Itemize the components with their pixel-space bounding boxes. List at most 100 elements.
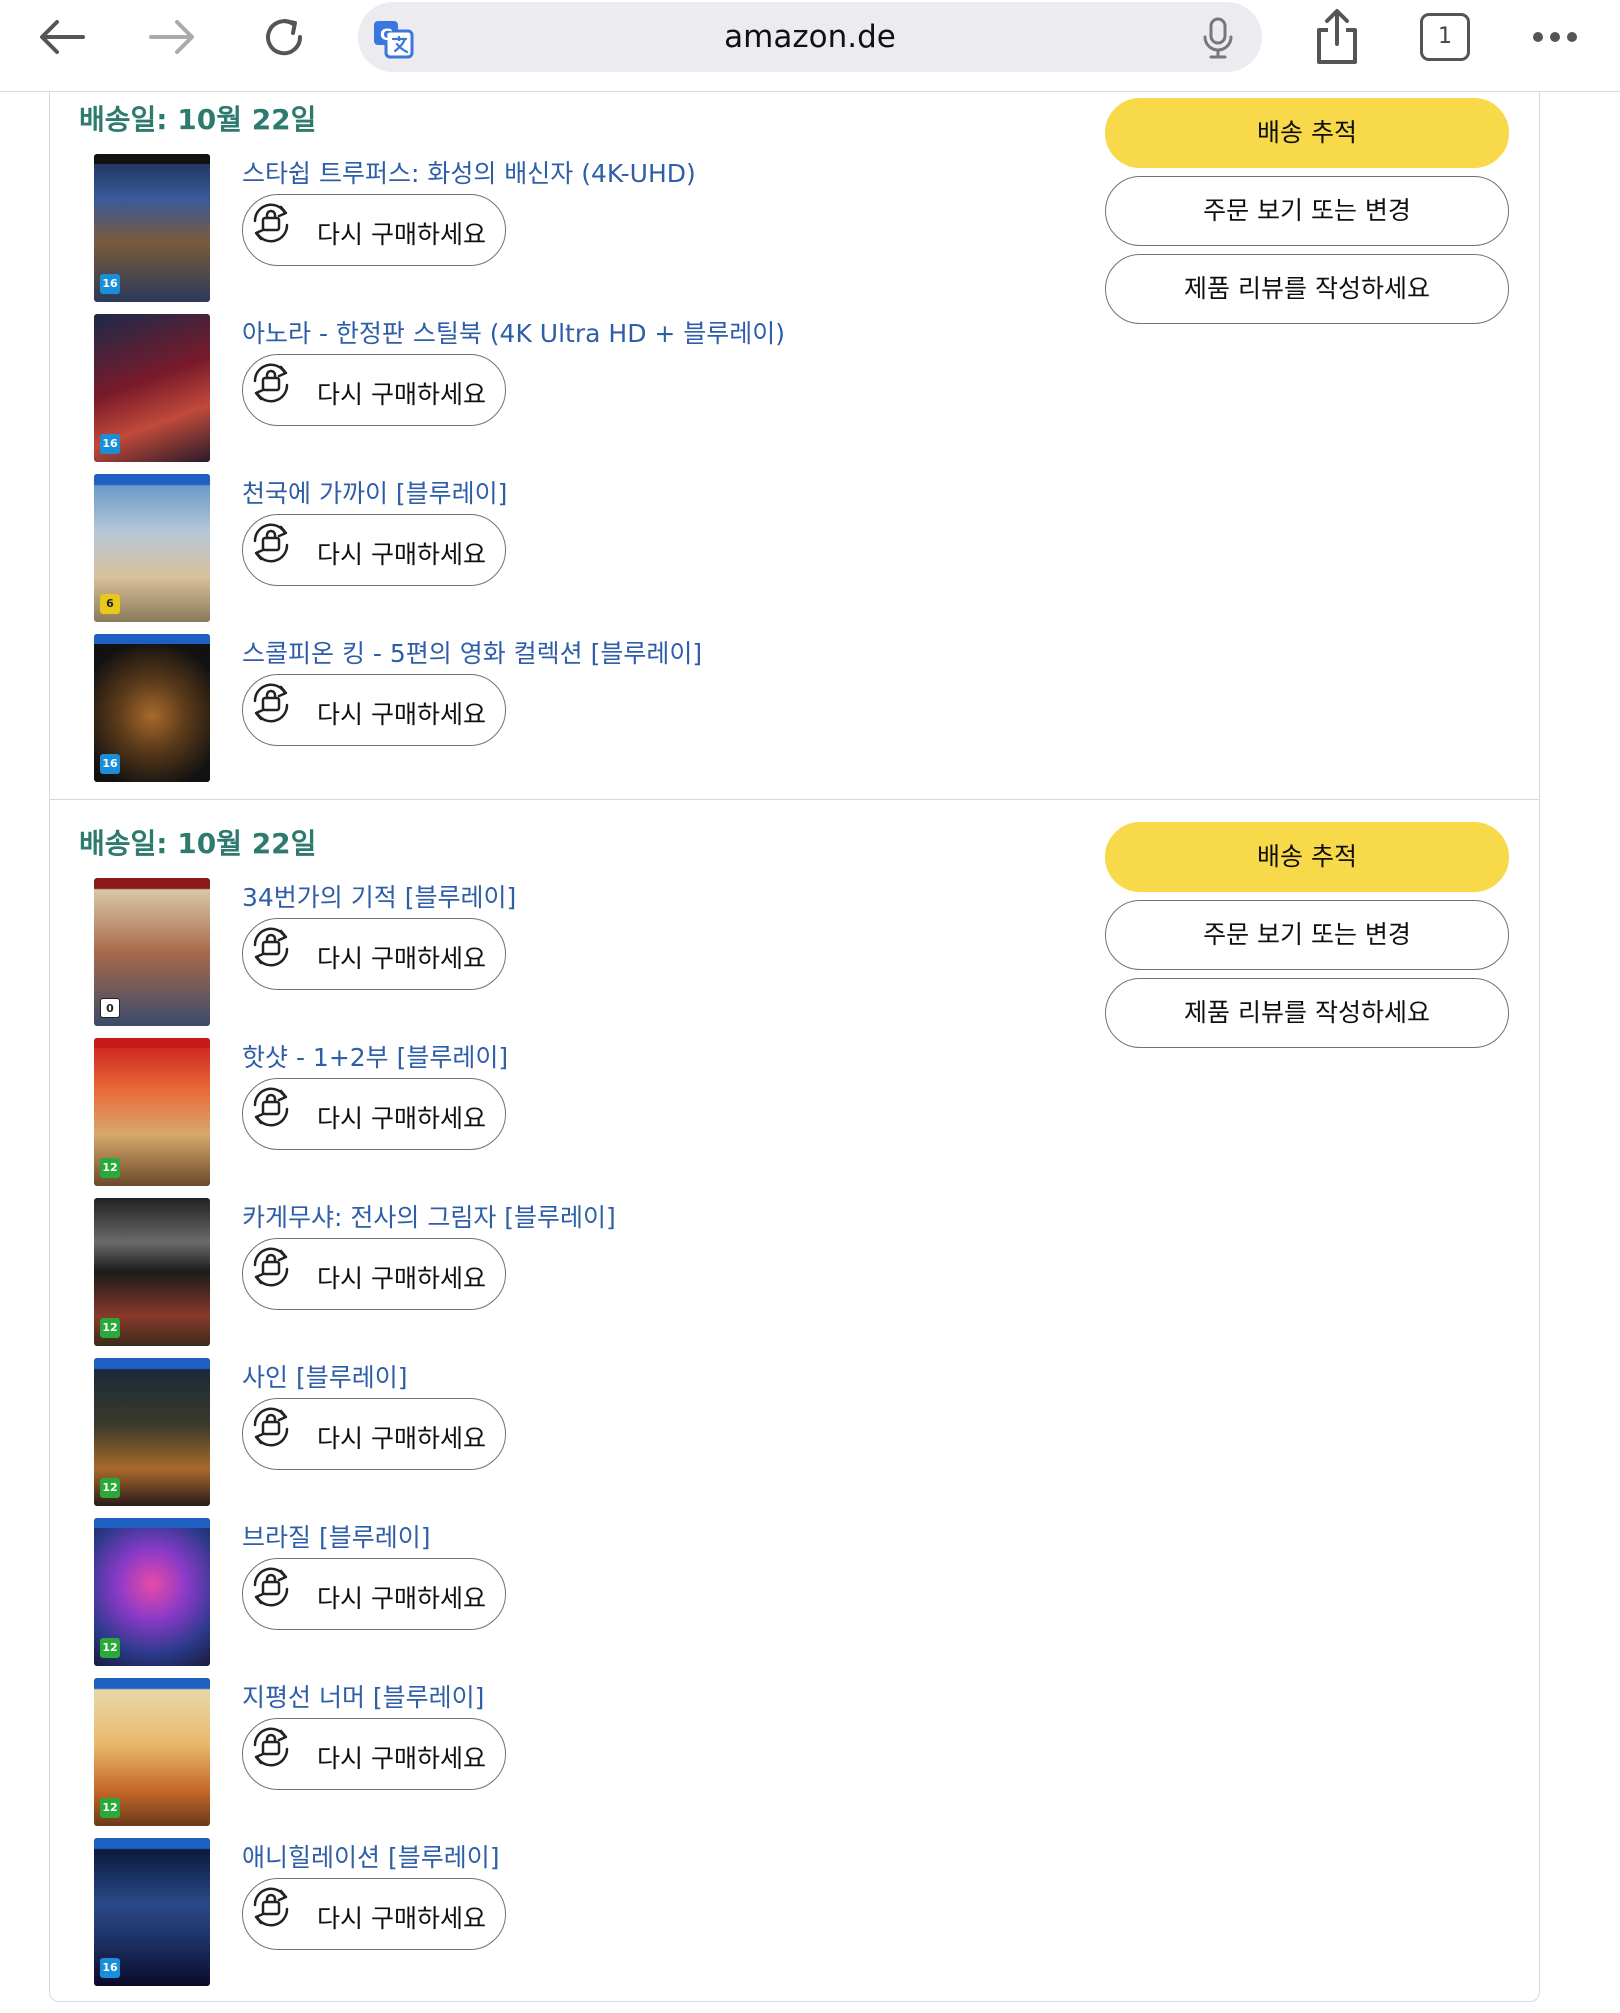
buy-again-button[interactable]: 다시 구매하세요: [242, 1398, 506, 1470]
product-title-link[interactable]: 34번가의 기적 [블루레이]: [242, 878, 516, 914]
product-title-link[interactable]: 사인 [블루레이]: [242, 1358, 407, 1394]
order-actions: 배송 추적 주문 보기 또는 변경 제품 리뷰를 작성하세요: [1105, 98, 1509, 332]
buy-again-icon: [253, 523, 289, 563]
order-item: 12 사인 [블루레이] 다시 구매하세요: [50, 1358, 1050, 1508]
track-package-button[interactable]: 배송 추적: [1105, 98, 1509, 168]
write-review-button[interactable]: 제품 리뷰를 작성하세요: [1105, 254, 1509, 324]
age-rating-badge: 16: [100, 754, 120, 774]
age-rating-badge: 12: [100, 1318, 120, 1338]
browser-toolbar: G amazon.de 1: [0, 0, 1620, 92]
buy-again-label: 다시 구매하세요: [317, 1904, 486, 1933]
product-thumbnail[interactable]: 12: [94, 1518, 210, 1666]
product-title-link[interactable]: 핫샷 - 1+2부 [블루레이]: [242, 1038, 508, 1074]
microphone-icon[interactable]: [1200, 16, 1236, 60]
buy-again-button[interactable]: 다시 구매하세요: [242, 514, 506, 586]
buy-again-label: 다시 구매하세요: [317, 944, 486, 973]
buy-again-icon: [253, 1567, 289, 1607]
product-title-link[interactable]: 아노라 - 한정판 스틸북 (4K Ultra HD + 블루레이): [242, 314, 785, 350]
buy-again-icon: [253, 683, 289, 723]
write-review-button[interactable]: 제품 리뷰를 작성하세요: [1105, 978, 1509, 1048]
buy-again-label: 다시 구매하세요: [317, 1744, 486, 1773]
product-thumbnail[interactable]: 16: [94, 314, 210, 462]
address-bar[interactable]: G amazon.de: [358, 2, 1262, 72]
order-item: 0 34번가의 기적 [블루레이] 다시 구매하세요: [50, 878, 1050, 1028]
product-thumbnail[interactable]: 12: [94, 1198, 210, 1346]
product-thumbnail[interactable]: 12: [94, 1358, 210, 1506]
buy-again-icon: [253, 1727, 289, 1767]
product-thumbnail[interactable]: 16: [94, 634, 210, 782]
order-card: 배송일: 10월 22일 배송 추적 주문 보기 또는 변경 제품 리뷰를 작성…: [49, 92, 1540, 800]
reload-button[interactable]: [252, 8, 316, 66]
age-rating-badge: 16: [100, 274, 120, 294]
product-thumbnail[interactable]: 16: [94, 154, 210, 302]
product-thumbnail[interactable]: 12: [94, 1038, 210, 1186]
shipping-date-heading: 배송일: 10월 22일: [79, 827, 317, 860]
buy-again-button[interactable]: 다시 구매하세요: [242, 1238, 506, 1310]
age-rating-badge: 16: [100, 434, 120, 454]
buy-again-label: 다시 구매하세요: [317, 380, 486, 409]
product-title-link[interactable]: 스타쉽 트루퍼스: 화성의 배신자 (4K-UHD): [242, 154, 696, 190]
product-title-link[interactable]: 카게무샤: 전사의 그림자 [블루레이]: [242, 1198, 616, 1234]
buy-again-button[interactable]: 다시 구매하세요: [242, 1078, 506, 1150]
order-item: 16 스콜피온 킹 - 5편의 영화 컬렉션 [블루레이] 다시 구매하세요: [50, 634, 1050, 784]
product-title-link[interactable]: 천국에 가까이 [블루레이]: [242, 474, 507, 510]
product-thumbnail[interactable]: 16: [94, 1838, 210, 1986]
reload-icon: [266, 19, 303, 56]
buy-again-label: 다시 구매하세요: [317, 220, 486, 249]
product-title-link[interactable]: 지평선 너머 [블루레이]: [242, 1678, 484, 1714]
age-rating-badge: 12: [100, 1158, 120, 1178]
product-thumbnail[interactable]: 0: [94, 878, 210, 1026]
track-package-button[interactable]: 배송 추적: [1105, 822, 1509, 892]
ellipsis-icon: [1533, 32, 1577, 42]
buy-again-icon: [253, 1247, 289, 1287]
age-rating-badge: 16: [100, 1958, 120, 1978]
age-rating-badge: 12: [100, 1478, 120, 1498]
forward-button[interactable]: [140, 8, 204, 66]
order-actions: 배송 추적 주문 보기 또는 변경 제품 리뷰를 작성하세요: [1105, 822, 1509, 1056]
buy-again-label: 다시 구매하세요: [317, 700, 486, 729]
url-text: amazon.de: [724, 19, 896, 55]
product-thumbnail[interactable]: 12: [94, 1678, 210, 1826]
order-item: 12 핫샷 - 1+2부 [블루레이] 다시 구매하세요: [50, 1038, 1050, 1188]
product-title-link[interactable]: 브라질 [블루레이]: [242, 1518, 430, 1554]
buy-again-icon: [253, 363, 289, 403]
buy-again-label: 다시 구매하세요: [317, 540, 486, 569]
buy-again-button[interactable]: 다시 구매하세요: [242, 918, 506, 990]
buy-again-icon: [253, 1407, 289, 1447]
buy-again-label: 다시 구매하세요: [317, 1264, 486, 1293]
order-item: 16 애니힐레이션 [블루레이] 다시 구매하세요: [50, 1838, 1050, 1988]
buy-again-label: 다시 구매하세요: [317, 1104, 486, 1133]
age-rating-badge: 12: [100, 1798, 120, 1818]
age-rating-badge: 12: [100, 1638, 120, 1658]
order-item: 16 아노라 - 한정판 스틸북 (4K Ultra HD + 블루레이) 다시…: [50, 314, 1050, 464]
order-item: 12 브라질 [블루레이] 다시 구매하세요: [50, 1518, 1050, 1668]
order-item: 6 천국에 가까이 [블루레이] 다시 구매하세요: [50, 474, 1050, 624]
order-item: 12 지평선 너머 [블루레이] 다시 구매하세요: [50, 1678, 1050, 1828]
back-arrow-icon: [40, 20, 85, 54]
product-title-link[interactable]: 스콜피온 킹 - 5편의 영화 컬렉션 [블루레이]: [242, 634, 702, 670]
age-rating-badge: 6: [100, 594, 120, 614]
buy-again-button[interactable]: 다시 구매하세요: [242, 194, 506, 266]
order-item: 12 카게무샤: 전사의 그림자 [블루레이] 다시 구매하세요: [50, 1198, 1050, 1348]
buy-again-label: 다시 구매하세요: [317, 1424, 486, 1453]
back-button[interactable]: [30, 8, 94, 66]
more-menu-button[interactable]: [1523, 8, 1587, 66]
forward-arrow-icon: [149, 20, 194, 54]
tab-switcher-button[interactable]: 1: [1420, 13, 1470, 61]
share-icon: [1317, 9, 1357, 64]
age-rating-badge: 0: [100, 998, 120, 1018]
buy-again-button[interactable]: 다시 구매하세요: [242, 354, 506, 426]
view-or-edit-order-button[interactable]: 주문 보기 또는 변경: [1105, 900, 1509, 970]
buy-again-button[interactable]: 다시 구매하세요: [242, 1878, 506, 1950]
order-card: 배송일: 10월 22일 배송 추적 주문 보기 또는 변경 제품 리뷰를 작성…: [49, 800, 1540, 2002]
share-button[interactable]: [1305, 8, 1369, 66]
product-thumbnail[interactable]: 6: [94, 474, 210, 622]
buy-again-button[interactable]: 다시 구매하세요: [242, 1558, 506, 1630]
shipping-date-heading: 배송일: 10월 22일: [79, 103, 317, 136]
buy-again-icon: [253, 1887, 289, 1927]
buy-again-icon: [253, 1087, 289, 1127]
view-or-edit-order-button[interactable]: 주문 보기 또는 변경: [1105, 176, 1509, 246]
buy-again-button[interactable]: 다시 구매하세요: [242, 1718, 506, 1790]
product-title-link[interactable]: 애니힐레이션 [블루레이]: [242, 1838, 499, 1874]
buy-again-button[interactable]: 다시 구매하세요: [242, 674, 506, 746]
